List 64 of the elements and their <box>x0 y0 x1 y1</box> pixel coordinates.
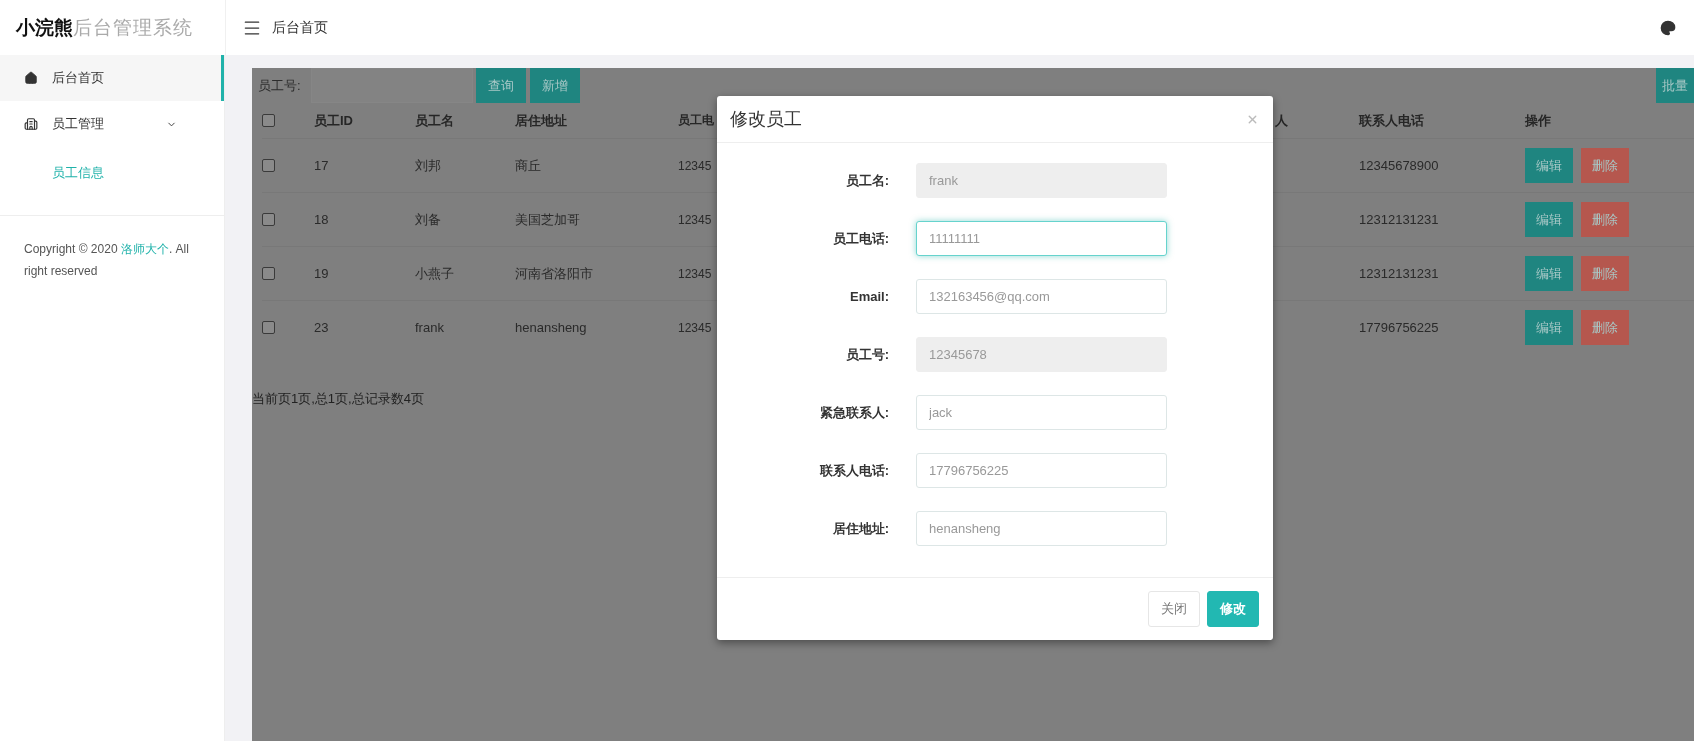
checkbox[interactable] <box>262 267 275 280</box>
search-label: 员工号: <box>258 76 301 95</box>
sidebar-item[interactable]: 员工管理 <box>0 101 224 147</box>
edit-button[interactable]: 编辑 <box>1525 148 1573 183</box>
checkbox[interactable] <box>262 213 275 226</box>
column-header: 操作 <box>1525 111 1552 130</box>
input-field[interactable]: 132163456@qq.com <box>916 279 1167 314</box>
edit-button[interactable]: 编辑 <box>1525 202 1573 237</box>
table-cell: 刘邦 <box>415 138 515 192</box>
table-cell: 河南省洛阳市 <box>515 246 678 300</box>
palette-icon[interactable] <box>1660 19 1676 36</box>
input-field[interactable]: 11111111 <box>916 221 1167 256</box>
table-cell: 商丘 <box>515 138 678 192</box>
dialog-title: 修改员工 <box>730 108 802 131</box>
batch-button[interactable]: 批量 <box>1656 68 1694 103</box>
delete-button[interactable]: 删除 <box>1581 148 1629 183</box>
delete-button[interactable]: 删除 <box>1581 256 1629 291</box>
page-title: 后台首页 <box>272 18 328 37</box>
search-field[interactable] <box>310 68 473 103</box>
input-field[interactable]: henansheng <box>916 511 1167 546</box>
building-icon <box>24 117 38 131</box>
table-cell: 刘备 <box>415 192 515 246</box>
add-button[interactable]: 新增 <box>529 68 580 103</box>
field-label: 员工电话: <box>831 229 889 248</box>
sidebar-subitem[interactable]: 员工信息 <box>0 147 224 199</box>
table-cell: henansheng <box>515 300 678 354</box>
author-link[interactable]: 洛师大个 <box>120 242 169 256</box>
column-header: 员工名 <box>415 111 455 130</box>
field-label: 员工号: <box>844 345 889 364</box>
table-cell: 小燕子 <box>415 246 515 300</box>
column-header: 人 <box>1275 111 1289 130</box>
delete-button[interactable]: 删除 <box>1581 310 1629 345</box>
column-header: 居住地址 <box>515 111 568 130</box>
checkbox[interactable] <box>262 159 275 172</box>
delete-button[interactable]: 删除 <box>1581 202 1629 237</box>
input-field[interactable]: 17796756225 <box>916 453 1167 488</box>
table-cell: 18 <box>314 192 415 246</box>
checkbox[interactable] <box>262 114 275 127</box>
table-cell: 19 <box>314 246 415 300</box>
save-button[interactable]: 修改 <box>1207 591 1259 627</box>
column-header: 员工ID <box>314 111 354 130</box>
table-cell: 23 <box>314 300 415 354</box>
field-label: 紧急联系人: <box>818 403 889 422</box>
field-label: 员工名: <box>844 171 889 190</box>
edit-button[interactable]: 编辑 <box>1525 256 1573 291</box>
pagination-info: 当前页1页,总1页,总记录数4页 <box>252 390 425 408</box>
column-header: 联系人电话 <box>1359 111 1425 130</box>
input-field[interactable]: jack <box>916 395 1167 430</box>
table-cell: 美国芝加哥 <box>515 192 678 246</box>
home-icon <box>24 71 38 85</box>
table-cell: 17 <box>314 138 415 192</box>
copyright-text: Copyright © 2020 洛师大个. All right reserved <box>24 241 190 280</box>
table-cell: frank <box>415 300 515 354</box>
sidebar-item[interactable]: 后台首页 <box>0 55 224 101</box>
field-label: Email: <box>849 289 889 304</box>
logo-subtitle: 后台管理系统 <box>73 15 193 40</box>
query-button[interactable]: 查询 <box>475 68 526 103</box>
logo-text: 小浣熊 <box>16 14 73 40</box>
column-header: 员工电 <box>678 112 715 129</box>
edit-button[interactable]: 编辑 <box>1525 310 1573 345</box>
checkbox[interactable] <box>262 321 275 334</box>
field-label: 联系人电话: <box>818 461 889 480</box>
field-label: 居住地址: <box>831 519 889 538</box>
close-button[interactable]: 关闭 <box>1148 591 1200 627</box>
